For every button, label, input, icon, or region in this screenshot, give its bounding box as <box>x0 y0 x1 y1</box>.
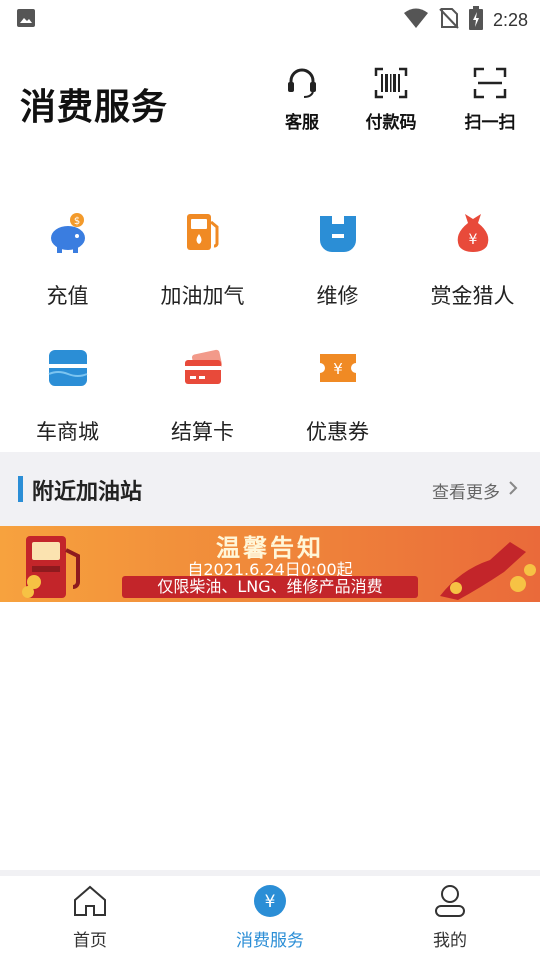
wifi-icon <box>403 7 429 33</box>
service-label: 结算卡 <box>171 420 234 444</box>
home-icon <box>72 885 108 922</box>
clock: 2:28 <box>492 9 528 30</box>
barcode-icon <box>374 67 408 104</box>
customer-service-label: 客服 <box>285 113 319 133</box>
svg-text:¥: ¥ <box>265 892 276 912</box>
yuan-icon: ¥ <box>253 885 287 922</box>
tab-label: 消费服务 <box>236 931 304 951</box>
see-more-link[interactable]: 查看更多 <box>432 478 518 503</box>
service-label: 车商城 <box>36 420 99 444</box>
tab-label: 首页 <box>73 931 107 951</box>
fuel-pump-icon <box>181 210 225 258</box>
status-bar: 2:28 <box>0 0 540 36</box>
money-bag-icon: ¥ <box>451 210 495 258</box>
service-label: 赏金猎人 <box>430 284 515 308</box>
fuel-nozzle-icon <box>430 530 538 602</box>
svg-text:¥: ¥ <box>468 232 477 248</box>
battery-charging-icon <box>468 6 483 34</box>
service-label: 维修 <box>316 284 359 308</box>
svg-text:¥: ¥ <box>333 360 343 378</box>
piggy-bank-icon: $ <box>46 210 90 258</box>
service-coupon[interactable]: ¥ 优惠券 <box>270 342 405 446</box>
tab-label: 我的 <box>433 931 467 951</box>
service-car-mall[interactable]: 车商城 <box>0 342 135 446</box>
service-refuel[interactable]: 加油加气 <box>135 206 270 310</box>
tab-home[interactable]: 首页 <box>0 884 180 951</box>
headset-icon <box>285 68 319 104</box>
banner-notice-strip: 仅限柴油、LNG、维修产品消费 <box>122 576 418 598</box>
repair-icon <box>316 210 360 258</box>
section-accent-bar <box>18 476 23 502</box>
user-icon <box>433 885 467 922</box>
service-label: 充值 <box>46 284 89 308</box>
coupon-icon: ¥ <box>316 346 360 394</box>
nearby-stations-header: 附近加油站 查看更多 <box>0 452 540 526</box>
payment-code-label: 付款码 <box>365 113 417 133</box>
see-more-label: 查看更多 <box>432 483 500 503</box>
service-repair[interactable]: 维修 <box>270 206 405 310</box>
service-recharge[interactable]: $ 充值 <box>0 206 135 310</box>
tab-consumer-services[interactable]: ¥ 消费服务 <box>180 884 360 951</box>
chevron-right-icon <box>508 480 518 501</box>
customer-service-button[interactable]: 客服 <box>262 66 342 133</box>
card-icon <box>181 346 225 394</box>
scan-button[interactable]: 扫一扫 <box>450 66 530 133</box>
page-title: 消费服务 <box>20 87 169 128</box>
image-notification-icon <box>16 8 36 32</box>
shop-icon <box>46 346 90 394</box>
section-title: 附近加油站 <box>32 480 143 505</box>
scan-icon <box>473 67 507 104</box>
tab-mine[interactable]: 我的 <box>360 884 540 951</box>
header: 消费服务 客服 付款码 扫一扫 <box>0 36 540 156</box>
service-settlement-card[interactable]: 结算卡 <box>135 342 270 446</box>
notice-banner[interactable]: 温馨告知 自2021.6.24日0:00起 仅限柴油、LNG、维修产品消费 <box>0 526 540 602</box>
service-label: 优惠券 <box>306 420 369 444</box>
no-sim-icon <box>439 7 459 33</box>
svg-text:$: $ <box>73 216 79 227</box>
service-bounty-hunter[interactable]: ¥ 赏金猎人 <box>405 206 540 310</box>
bottom-tab-bar: 首页 ¥ 消费服务 我的 <box>0 870 540 966</box>
service-label: 加油加气 <box>160 284 245 308</box>
scan-label: 扫一扫 <box>464 113 516 133</box>
payment-code-button[interactable]: 付款码 <box>351 66 431 133</box>
